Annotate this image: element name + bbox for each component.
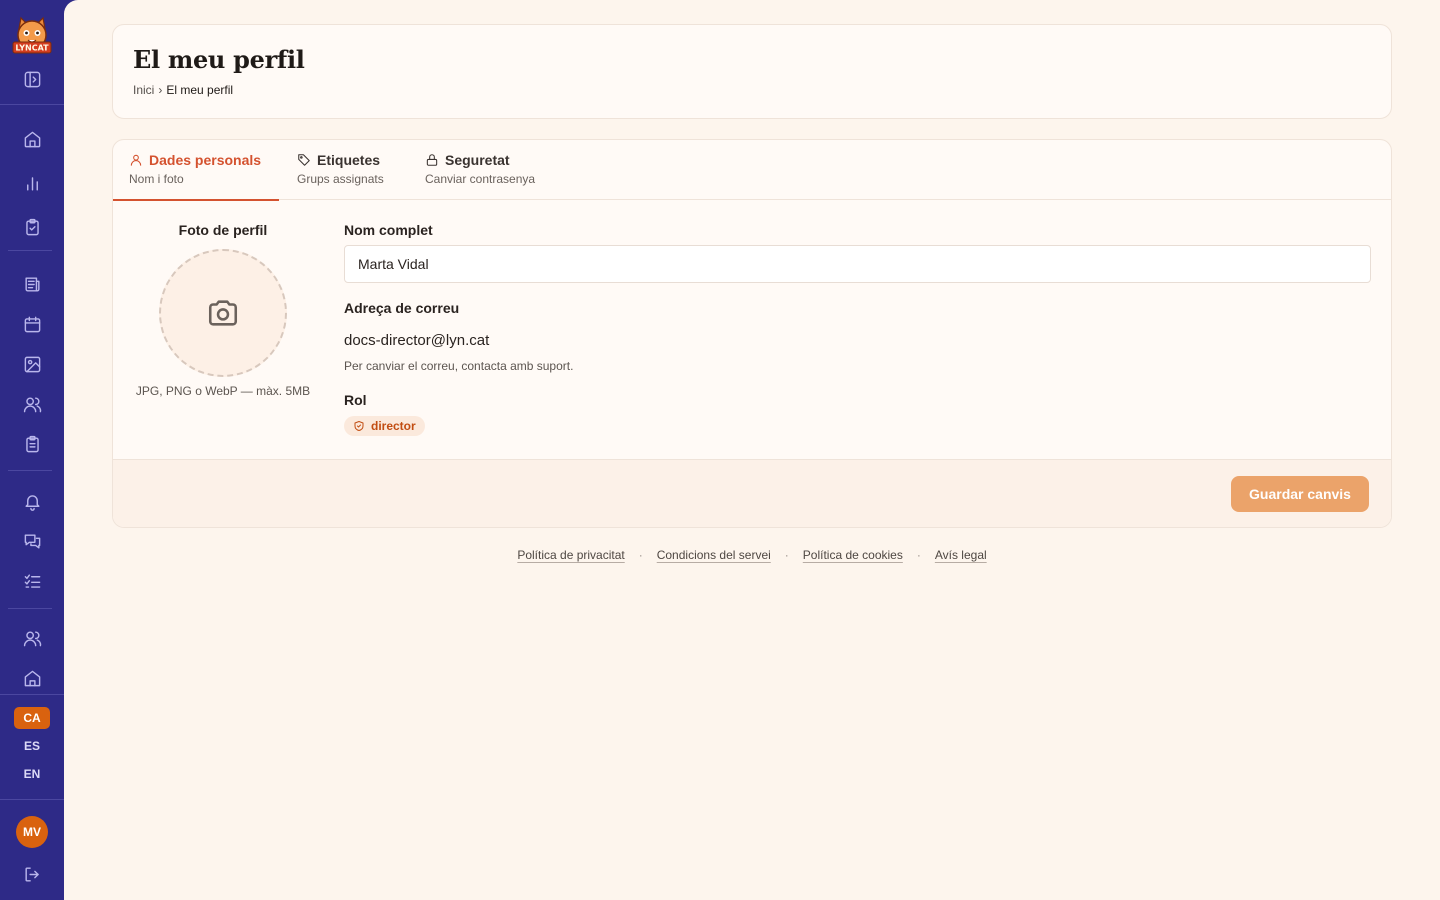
- language-option-es[interactable]: ES: [14, 735, 50, 757]
- shield-check-icon: [354, 421, 364, 431]
- full-name-input[interactable]: [344, 245, 1371, 283]
- language-option-ca[interactable]: CA: [14, 707, 50, 729]
- sidebar-divider: [0, 694, 64, 695]
- image-icon[interactable]: [20, 352, 44, 376]
- profile-card: Dades personals Nom i foto Etiquetes Gru…: [112, 139, 1392, 528]
- breadcrumb: Inici › El meu perfil: [133, 83, 233, 97]
- photo-upload[interactable]: [159, 249, 287, 377]
- lyncat-logo[interactable]: LYNCAT: [11, 15, 53, 57]
- bar-chart-icon[interactable]: [20, 171, 44, 195]
- footer-links: Política de privacitat · Condicions del …: [112, 548, 1392, 562]
- tab-label: Seguretat: [445, 152, 510, 168]
- footer-separator: ·: [916, 548, 921, 562]
- user-avatar[interactable]: MV: [16, 816, 48, 848]
- camera-icon: [208, 300, 238, 326]
- bell-icon[interactable]: [20, 489, 44, 513]
- profile-tabs: Dades personals Nom i foto Etiquetes Gru…: [113, 140, 1391, 201]
- tab-label: Dades personals: [149, 152, 262, 168]
- users-icon[interactable]: [20, 392, 44, 416]
- tab-security[interactable]: Seguretat Canviar contrasenya: [409, 140, 559, 200]
- tab-sublabel: Grups assignats: [297, 172, 384, 186]
- lock-icon: [426, 154, 438, 166]
- name-label: Nom complet: [344, 222, 433, 238]
- tab-sublabel: Nom i foto: [129, 172, 184, 186]
- logo-text: LYNCAT: [15, 44, 49, 53]
- sidebar-divider: [8, 608, 52, 609]
- home-icon[interactable]: [20, 127, 44, 151]
- calendar-icon[interactable]: [20, 312, 44, 336]
- legal-notice-link[interactable]: Avís legal: [935, 548, 987, 562]
- sidebar-toggle-icon[interactable]: [20, 67, 44, 91]
- tab-personal-data[interactable]: Dades personals Nom i foto: [113, 140, 279, 201]
- user-icon: [130, 154, 142, 166]
- privacy-policy-link[interactable]: Política de privacitat: [517, 548, 624, 562]
- photo-hint: JPG, PNG o WebP — màx. 5MB: [135, 384, 311, 398]
- messages-icon[interactable]: [20, 529, 44, 553]
- card-footer: Guardar canvis: [113, 459, 1391, 527]
- role-label: Rol: [344, 392, 367, 408]
- sidebar: LYNCAT CA ES EN MV: [0, 0, 64, 900]
- sidebar-divider: [0, 799, 64, 800]
- main-content: El meu perfil Inici › El meu perfil Dade…: [64, 0, 1440, 900]
- tag-icon: [298, 154, 310, 166]
- terms-of-service-link[interactable]: Condicions del servei: [657, 548, 771, 562]
- building-icon[interactable]: [20, 666, 44, 690]
- logout-icon[interactable]: [20, 862, 44, 886]
- email-hint: Per canviar el correu, contacta amb supo…: [344, 359, 574, 373]
- cookie-policy-link[interactable]: Política de cookies: [803, 548, 903, 562]
- tab-sublabel: Canviar contrasenya: [425, 172, 536, 186]
- clipboard-list-icon[interactable]: [20, 432, 44, 456]
- breadcrumb-separator: ›: [158, 83, 163, 97]
- sidebar-divider: [0, 104, 64, 105]
- language-option-en[interactable]: EN: [14, 763, 50, 785]
- newspaper-icon[interactable]: [20, 272, 44, 296]
- checklist-icon[interactable]: [20, 569, 44, 593]
- save-button[interactable]: Guardar canvis: [1231, 476, 1369, 512]
- page-header: El meu perfil Inici › El meu perfil: [112, 24, 1392, 119]
- email-value: docs-director@lyn.cat: [344, 332, 490, 349]
- breadcrumb-home[interactable]: Inici: [133, 83, 154, 97]
- email-label: Adreça de correu: [344, 300, 460, 316]
- footer-separator: ·: [638, 548, 643, 562]
- footer-separator: ·: [784, 548, 789, 562]
- page-title: El meu perfil: [133, 45, 305, 74]
- role-value: director: [371, 419, 416, 433]
- clipboard-check-icon[interactable]: [20, 215, 44, 239]
- tab-label: Etiquetes: [317, 152, 381, 168]
- sidebar-divider: [8, 470, 52, 471]
- breadcrumb-current: El meu perfil: [166, 83, 234, 97]
- tab-tags[interactable]: Etiquetes Grups assignats: [281, 140, 409, 200]
- sidebar-divider: [8, 250, 52, 251]
- photo-label: Foto de perfil: [178, 222, 268, 238]
- role-badge: director: [344, 416, 425, 436]
- team-icon[interactable]: [20, 626, 44, 650]
